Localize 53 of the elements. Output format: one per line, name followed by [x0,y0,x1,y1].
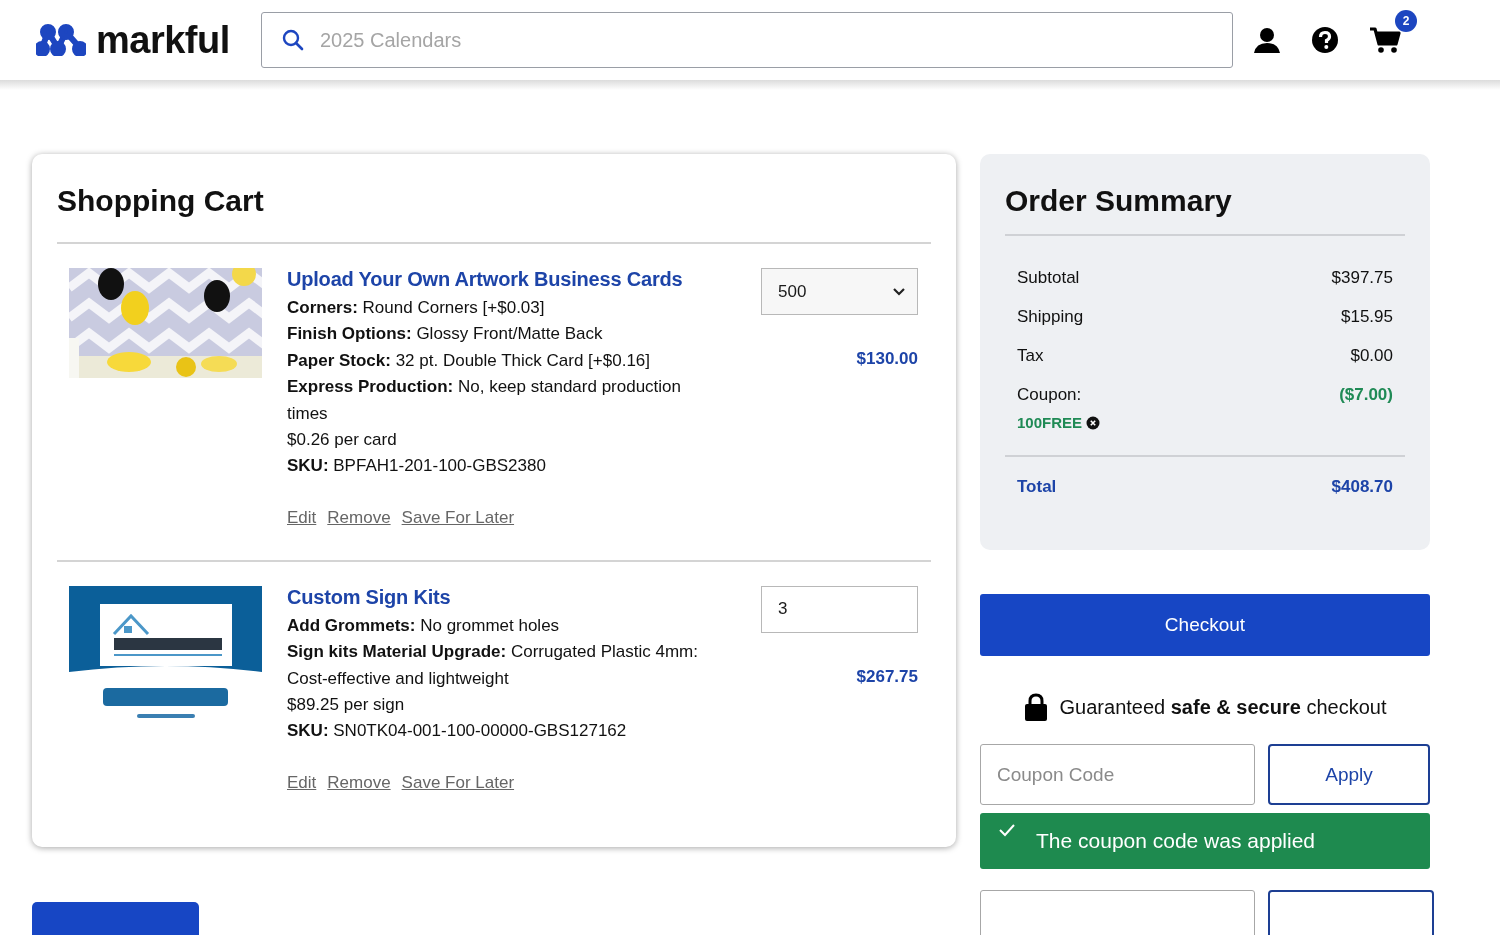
summary-label: Subtotal [1017,267,1080,289]
lock-icon [1023,692,1048,722]
summary-value: ($7.00) [1339,384,1393,406]
item-action-link[interactable]: Remove [327,507,391,528]
checkout-button[interactable]: Checkout [980,594,1430,656]
item-action-link[interactable]: Edit [287,772,317,793]
account-icon[interactable] [1253,26,1281,54]
summary-label: Tax [1017,345,1044,367]
total-value: $408.70 [1331,476,1393,498]
success-alert: The coupon code was applied [980,813,1430,869]
product-sku: SKU: BPFAH1-201-100-GBS2380 [287,455,547,478]
coupon-tag: 100FREE [1017,414,1083,431]
quantity-field[interactable]: 3 [761,585,918,633]
item-action-link[interactable]: Remove [327,772,391,793]
item-action-link[interactable]: Save For Later [401,772,515,793]
cart-icon[interactable] [1369,26,1401,54]
apply-button[interactable]: Apply [1268,744,1430,805]
product-option: Sign kits Material Upgrade: Corrugated Plastic 4mm: Cost-effective and lightweight [287,639,723,693]
cart-count-badge: 2 [1395,10,1417,32]
item-action-link[interactable]: Save For Later [401,507,515,528]
summary-label: Shipping [1017,306,1084,328]
search-field[interactable]: 2025 Calendars [261,12,1233,68]
summary-value: $0.00 [1350,345,1393,367]
product-option: Corners: Round Corners [+$0.03] [287,295,723,322]
logo-text[interactable]: markful [96,18,230,62]
chevron-icon [893,287,905,296]
secure-checkout-note: Guaranteed safe & secure checkout [1059,695,1387,719]
unit-price: $0.26 per card [287,429,398,452]
coupon-field[interactable]: Coupon Code [980,744,1255,805]
line-price: $130.00 [855,349,918,369]
product-option: Finish Options: Glossy Front/Matte Back [287,321,723,348]
line-price: $267.75 [855,666,918,687]
check-icon [998,823,1016,837]
search-icon [281,28,305,52]
product-option: Add Grommets: No grommet holes [287,612,723,640]
cart-title: Shopping Cart [57,184,265,218]
summary-value: $15.95 [1341,306,1393,328]
remove-coupon-icon[interactable] [1086,415,1101,430]
gift-card-field[interactable] [980,890,1255,935]
summary-label: Coupon: [1017,384,1082,406]
summary-title: Order Summary [1005,184,1405,236]
quantity-select[interactable]: 500 [761,268,918,315]
summary-value: $397.75 [1331,267,1393,289]
unit-price: $89.25 per sign [287,694,406,717]
total-label: Total [1017,476,1057,498]
product-link[interactable]: Custom Sign Kits [287,585,723,609]
help-icon[interactable] [1311,26,1339,54]
logo-icon [36,24,86,56]
item-action-link[interactable]: Edit [287,507,317,528]
product-sku: SKU: SN0TK04-001-100-00000-GBS127162 [287,720,628,743]
product-option: Paper Stock: 32 pt. Double Thick Card [+$0.16] [287,347,723,375]
product-link[interactable]: Upload Your Own Artwork Business Cards [287,268,723,291]
product-option: Express Production: No, keep standard production times [287,374,723,428]
